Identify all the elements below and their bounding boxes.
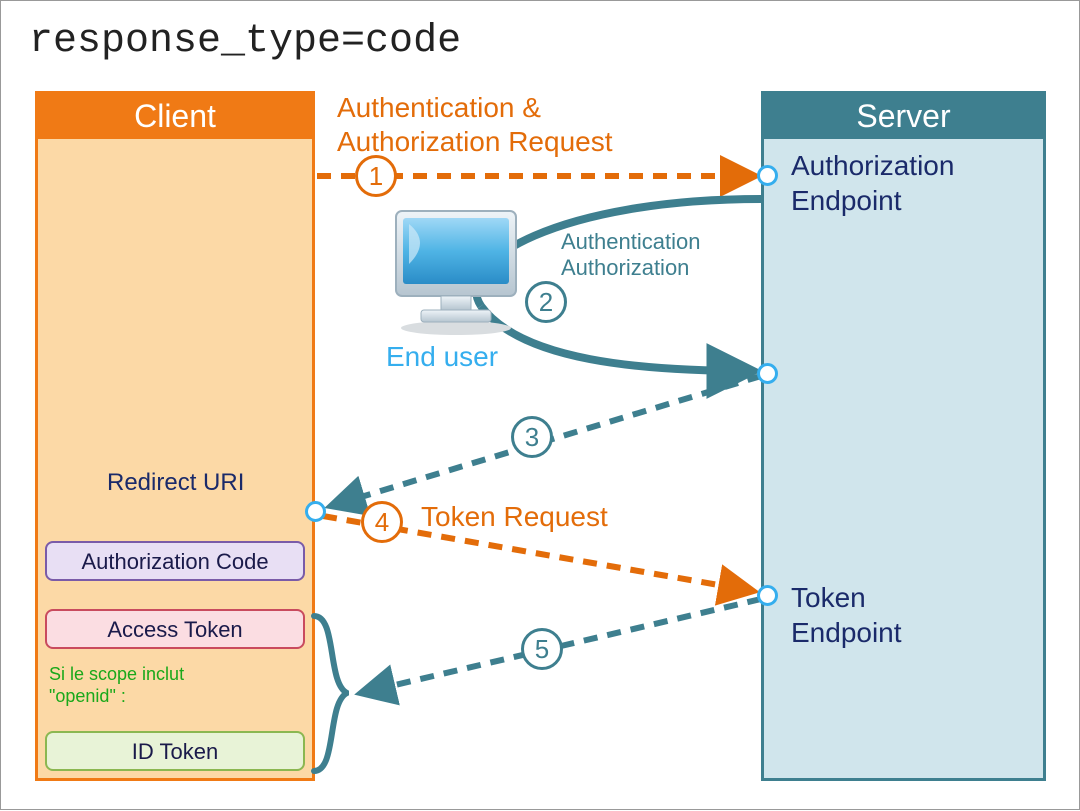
- token-bracket: [309, 611, 349, 776]
- server-header: Server: [764, 94, 1043, 139]
- step-3-badge: 3: [511, 416, 553, 458]
- label-token-endpoint-line2: Endpoint: [791, 617, 902, 648]
- label-auth-endpoint-line2: Endpoint: [791, 185, 902, 216]
- step-1-badge: 1: [355, 155, 397, 197]
- access-token-box: Access Token: [45, 609, 305, 649]
- label-token-endpoint: Token Endpoint: [791, 581, 902, 650]
- authorization-code-box: Authorization Code: [45, 541, 305, 581]
- diagram-canvas: response_type=code Client Server: [0, 0, 1080, 810]
- dot-auth-return: [757, 363, 778, 384]
- label-redirect-uri: Redirect URI: [107, 469, 244, 497]
- step-4-badge: 4: [361, 501, 403, 543]
- dot-token-endpoint: [757, 585, 778, 606]
- step-5-badge: 5: [521, 628, 563, 670]
- scope-note-line1: Si le scope inclut: [49, 664, 184, 684]
- label-auth-request-line2: Authorization Request: [337, 126, 613, 157]
- label-auth-auth: Authentication Authorization: [561, 229, 700, 282]
- scope-note-line2: "openid" :: [49, 686, 126, 706]
- dot-redirect-uri: [305, 501, 326, 522]
- label-auth-auth-line2: Authorization: [561, 255, 689, 280]
- scope-note: Si le scope inclut "openid" :: [49, 664, 184, 707]
- label-auth-request-line1: Authentication &: [337, 92, 541, 123]
- label-auth-endpoint: Authorization Endpoint: [791, 149, 954, 218]
- dot-auth-endpoint: [757, 165, 778, 186]
- label-token-request: Token Request: [421, 501, 608, 533]
- page-title: response_type=code: [29, 19, 461, 64]
- label-end-user: End user: [386, 341, 498, 373]
- id-token-box: ID Token: [45, 731, 305, 771]
- label-token-endpoint-line1: Token: [791, 582, 866, 613]
- client-header: Client: [38, 94, 312, 139]
- label-auth-auth-line1: Authentication: [561, 229, 700, 254]
- step-2-badge: 2: [525, 281, 567, 323]
- label-auth-endpoint-line1: Authorization: [791, 150, 954, 181]
- monitor-icon: [381, 206, 531, 336]
- label-auth-request: Authentication & Authorization Request: [337, 91, 613, 158]
